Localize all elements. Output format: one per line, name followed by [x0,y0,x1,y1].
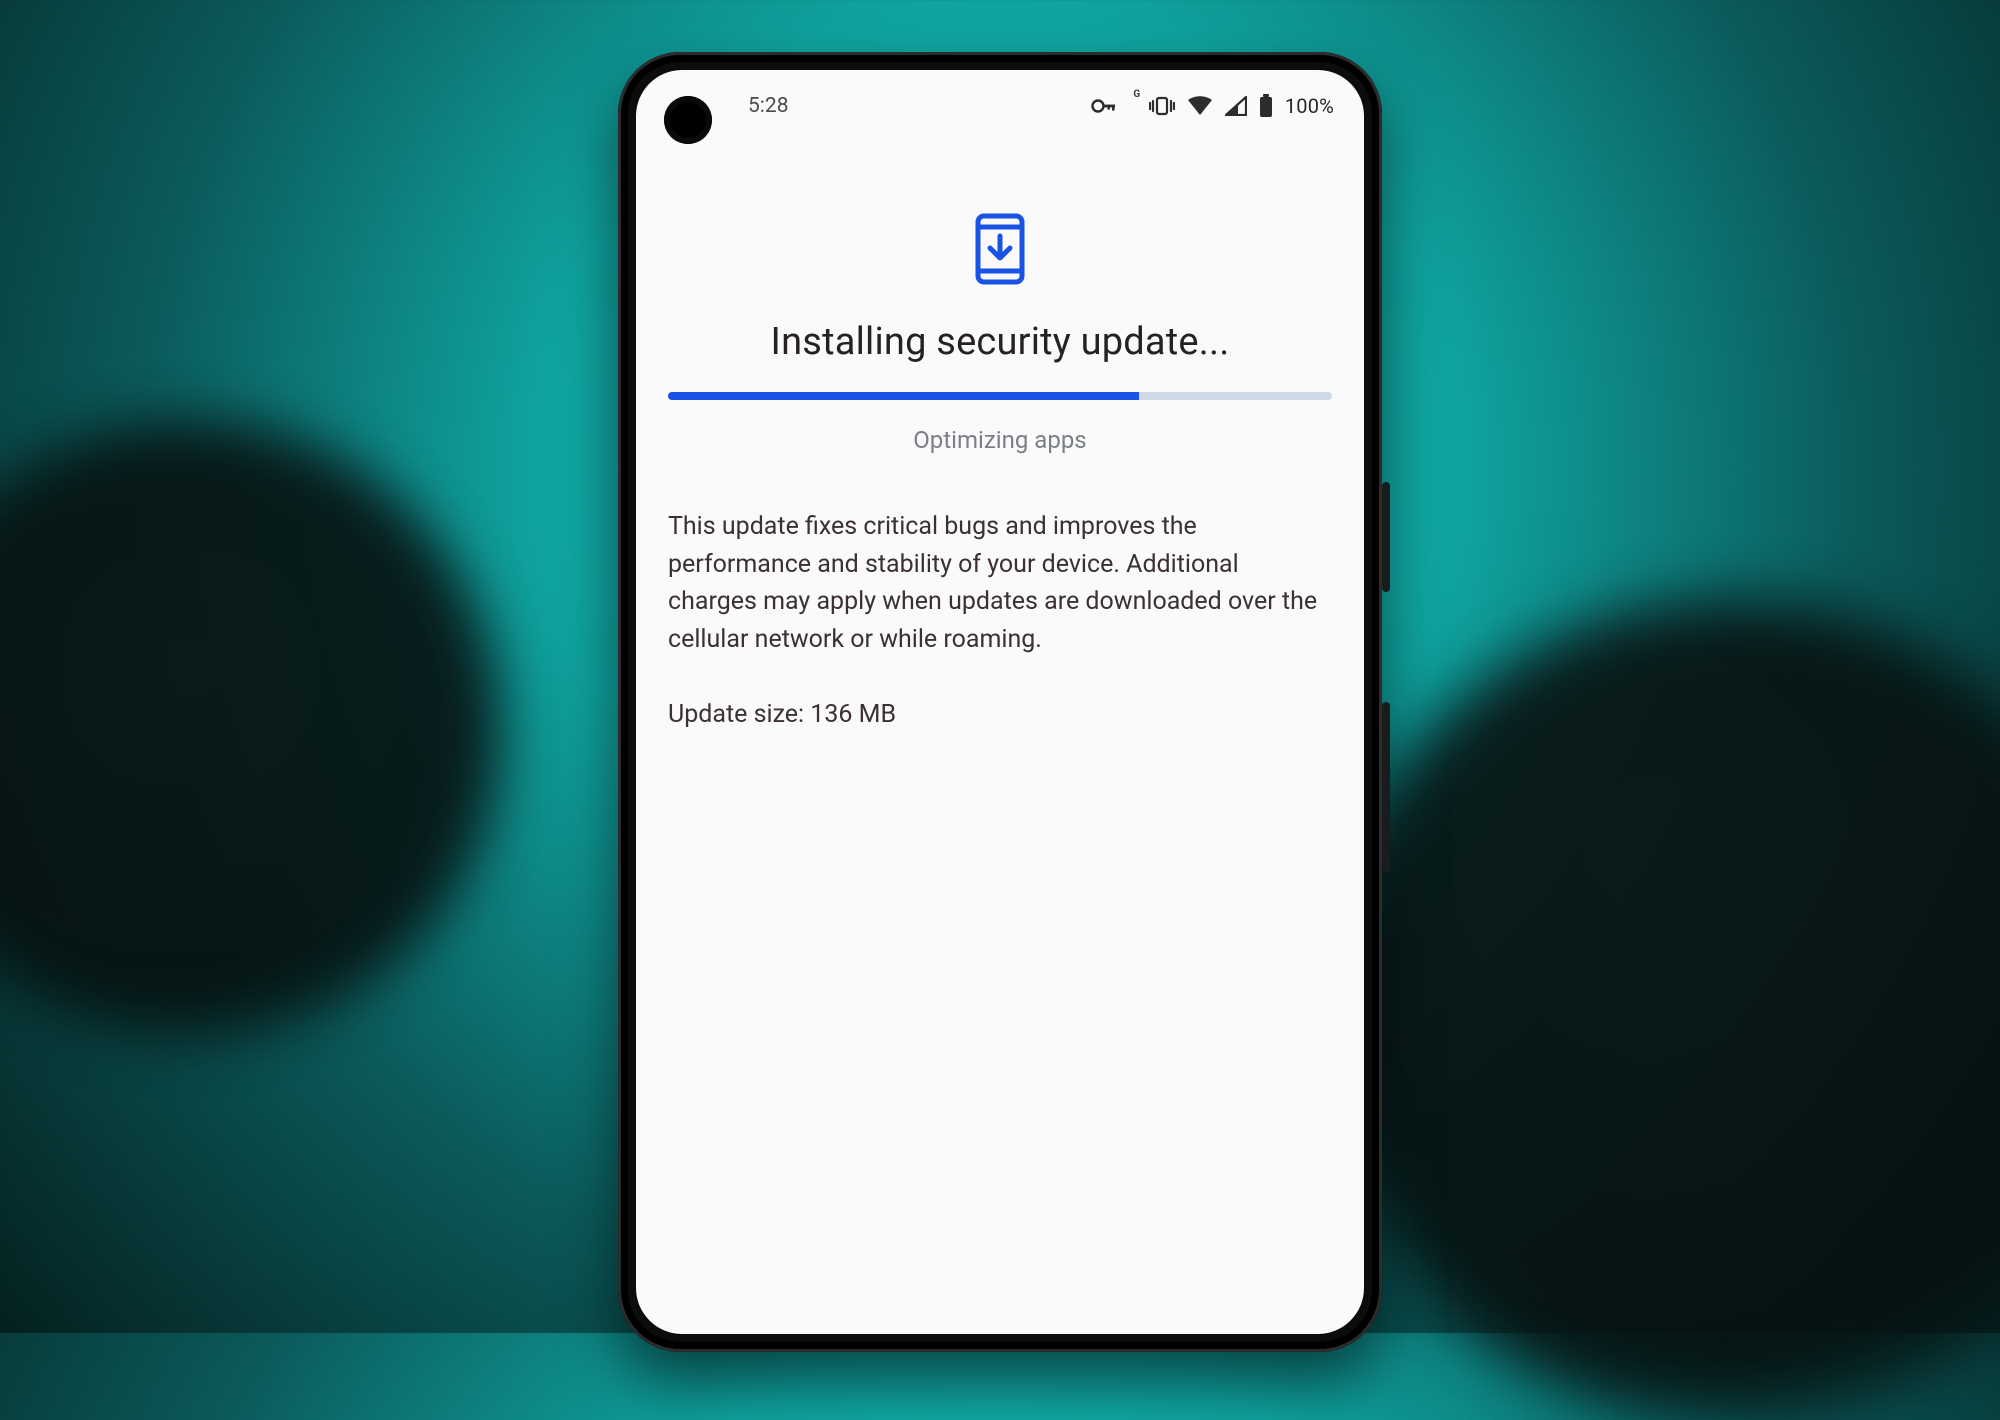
progress-bar [668,392,1332,400]
update-stage-text: Optimizing apps [668,426,1332,454]
status-bar: 5:28 G [636,70,1364,142]
phone-screen: 5:28 G [636,70,1364,1334]
wifi-icon [1187,96,1213,116]
battery-percent: 100% [1285,94,1334,118]
bg-blob [0,420,500,1040]
bg-blob [1320,600,2000,1420]
update-content: Installing security update... Optimizing… [636,142,1364,729]
update-size: Update size: 136 MB [668,700,1332,729]
update-title: Installing security update... [668,320,1332,364]
vpn-key-icon [1091,97,1119,115]
update-description: This update fixes critical bugs and impr… [668,508,1332,658]
photo-stage: 5:28 G [0,0,2000,1333]
punch-hole-camera [664,96,712,144]
update-hero-icon-wrap [668,212,1332,286]
side-button [1382,702,1390,872]
progress-fill [668,392,1139,400]
battery-icon [1259,94,1273,118]
cell-signal-icon [1225,96,1247,116]
vibrate-icon [1149,95,1175,117]
side-button [1382,482,1390,592]
system-update-icon [974,212,1026,286]
g-badge-icon: G [1131,89,1143,101]
status-time: 5:28 [748,94,789,118]
phone-frame: 5:28 G [618,52,1382,1352]
status-right-cluster: G [1091,94,1334,118]
